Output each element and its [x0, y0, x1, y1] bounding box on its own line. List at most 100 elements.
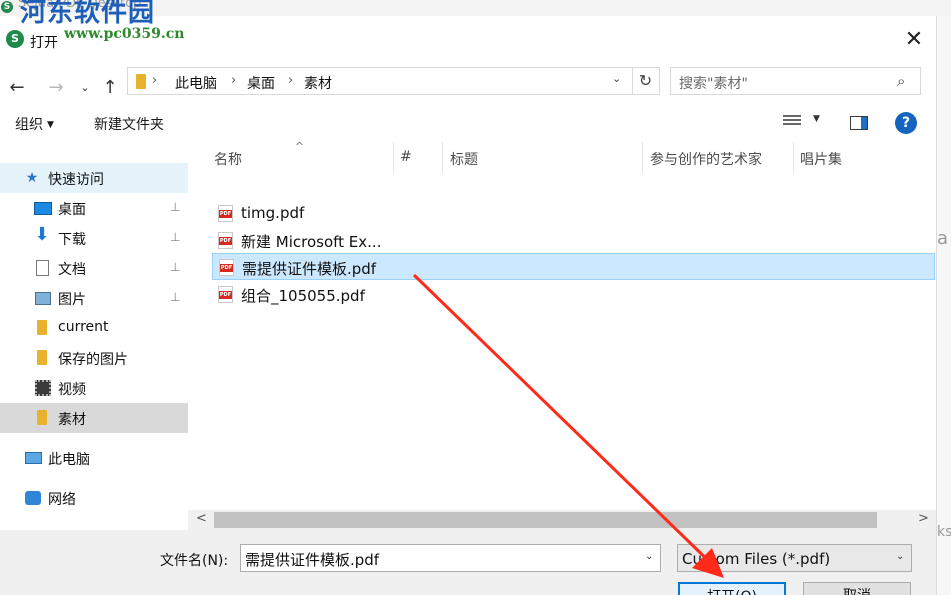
sidebar-item-label: 下载 — [58, 232, 86, 248]
close-button[interactable]: ✕ — [896, 28, 932, 54]
background-app-edge — [936, 16, 951, 595]
sidebar-item-label: 图片 — [58, 292, 86, 308]
column-divider[interactable] — [393, 142, 394, 174]
sidebar-item-label: 此电脑 — [48, 452, 90, 468]
organize-label: 组织 — [15, 117, 43, 133]
sidebar-item-label: 素材 — [58, 412, 86, 428]
pdf-badge: PDF — [220, 264, 233, 272]
video-icon — [35, 380, 51, 396]
sidebar-item-label: 保存的图片 — [58, 352, 128, 368]
column-header-title[interactable]: 标题 — [450, 149, 478, 169]
desktop-icon — [34, 202, 52, 215]
pin-icon[interactable]: ⊥ — [170, 260, 180, 274]
file-row[interactable]: PDF 组合_105055.pdf — [212, 281, 935, 308]
pdf-badge: PDF — [219, 237, 232, 245]
up-button[interactable]: ↑ — [99, 74, 121, 102]
horizontal-scrollbar[interactable]: < > — [188, 510, 936, 530]
pdf-file-icon: PDF — [218, 232, 233, 249]
column-divider[interactable] — [442, 142, 443, 174]
view-options-icon[interactable] — [783, 115, 801, 129]
open-button[interactable]: 打开(O) — [678, 582, 786, 595]
pdf-file-icon: PDF — [218, 205, 233, 222]
breadcrumb-this-pc[interactable]: 此电脑 — [175, 73, 217, 93]
scroll-left-icon[interactable]: < — [196, 511, 207, 526]
sidebar-item-videos[interactable]: 视频 — [0, 373, 188, 403]
help-icon[interactable]: ? — [895, 112, 917, 134]
cancel-button[interactable]: 取消 — [803, 582, 911, 595]
new-folder-button[interactable]: 新建文件夹 — [94, 114, 164, 134]
scrollbar-thumb[interactable] — [214, 512, 877, 528]
search-input[interactable]: 搜索"素材" ⌕ — [670, 67, 921, 95]
file-row[interactable]: PDF 新建 Microsoft Ex... — [212, 227, 935, 254]
background-edge-text: ks — [937, 524, 951, 540]
sidebar-item-documents[interactable]: 文档 ⊥ — [0, 253, 188, 283]
preview-pane-icon[interactable] — [850, 116, 868, 130]
picture-icon — [35, 292, 51, 305]
background-edge-text: a — [937, 228, 949, 249]
address-bar[interactable]: › 此电脑 › 桌面 › 素材 ⌄ — [127, 67, 633, 95]
filetype-select[interactable]: Custom Files (*.pdf) ⌄ — [677, 544, 912, 572]
sejda-logo-icon: S — [1, 1, 13, 13]
scroll-right-icon[interactable]: > — [918, 511, 929, 526]
breadcrumb-material[interactable]: 素材 — [304, 73, 332, 93]
sidebar-item-quick-access[interactable]: ★ 快速访问 — [0, 163, 188, 193]
caret-down-icon: ▼ — [47, 120, 54, 130]
open-file-dialog: S 打开 ✕ ← → ⌄ ↑ › 此电脑 › 桌面 › 素材 ⌄ ↻ 搜索"素材… — [0, 16, 936, 595]
file-row[interactable]: PDF timg.pdf — [212, 200, 935, 227]
download-icon: ⬇ — [34, 224, 50, 245]
sidebar-item-downloads[interactable]: ⬇ 下载 ⊥ — [0, 223, 188, 253]
watermark-logo: 河东软件园 — [20, 0, 156, 28]
computer-icon — [25, 452, 42, 464]
sidebar-item-saved-pictures[interactable]: 保存的图片 — [0, 343, 188, 373]
pdf-badge: PDF — [219, 210, 232, 218]
refresh-button[interactable]: ↻ — [632, 67, 660, 95]
forward-button[interactable]: → — [45, 74, 67, 102]
folder-icon — [37, 320, 47, 335]
column-header-number[interactable]: # — [400, 149, 412, 165]
back-button[interactable]: ← — [6, 74, 28, 102]
pin-icon[interactable]: ⊥ — [170, 290, 180, 304]
sidebar-item-material[interactable]: 素材 — [0, 403, 188, 433]
sidebar-item-network[interactable]: 网络 — [0, 483, 188, 513]
chevron-down-icon[interactable]: ⌄ — [645, 551, 653, 562]
pin-icon[interactable]: ⊥ — [170, 230, 180, 244]
sidebar-item-label: 快速访问 — [48, 172, 104, 188]
app-logo-icon: S — [6, 30, 24, 48]
file-name: timg.pdf — [241, 204, 305, 222]
filename-value: 需提供证件模板.pdf — [245, 551, 380, 569]
document-icon — [36, 260, 49, 276]
breadcrumb-desktop[interactable]: 桌面 — [247, 73, 275, 93]
column-header-album[interactable]: 唱片集 — [800, 149, 842, 169]
chevron-down-icon[interactable]: ⌄ — [612, 72, 621, 85]
caret-down-icon[interactable]: ▼ — [813, 114, 820, 124]
sidebar-item-desktop[interactable]: 桌面 ⊥ — [0, 193, 188, 223]
file-list: ^ 名称 # 标题 参与创作的艺术家 唱片集 PDF timg.pdf PDF … — [188, 140, 936, 510]
pin-icon[interactable]: ⊥ — [170, 200, 180, 214]
search-placeholder: 搜索"素材" — [679, 76, 748, 92]
sidebar-item-this-pc[interactable]: 此电脑 — [0, 443, 188, 473]
breadcrumb-separator[interactable]: › — [231, 73, 236, 88]
breadcrumb-separator[interactable]: › — [152, 73, 157, 88]
breadcrumb-separator[interactable]: › — [288, 73, 293, 88]
column-header-name[interactable]: 名称 — [214, 149, 242, 169]
network-icon — [25, 491, 41, 505]
column-divider[interactable] — [793, 142, 794, 174]
sidebar-item-current[interactable]: current — [0, 313, 188, 343]
sidebar-item-label: current — [58, 319, 109, 335]
filename-field[interactable]: 需提供证件模板.pdf ⌄ — [240, 544, 661, 572]
column-divider[interactable] — [642, 142, 643, 174]
sidebar-item-pictures[interactable]: 图片 ⊥ — [0, 283, 188, 313]
organize-button[interactable]: 组织 ▼ — [15, 114, 54, 134]
sidebar-item-label: 文档 — [58, 262, 86, 278]
recent-locations-button[interactable]: ⌄ — [74, 74, 96, 102]
file-name: 需提供证件模板.pdf — [242, 260, 377, 278]
file-name: 组合_105055.pdf — [241, 287, 365, 305]
chevron-down-icon[interactable]: ⌄ — [896, 551, 904, 562]
watermark-url: www.pc0359.cn — [64, 26, 185, 42]
dialog-title: 打开 — [30, 35, 58, 51]
star-icon: ★ — [25, 170, 39, 186]
filename-label: 文件名(N): — [160, 553, 229, 569]
file-row-selected[interactable]: PDF 需提供证件模板.pdf — [212, 253, 935, 280]
column-header-artist[interactable]: 参与创作的艺术家 — [650, 149, 762, 169]
filetype-value: Custom Files (*.pdf) — [682, 550, 831, 568]
